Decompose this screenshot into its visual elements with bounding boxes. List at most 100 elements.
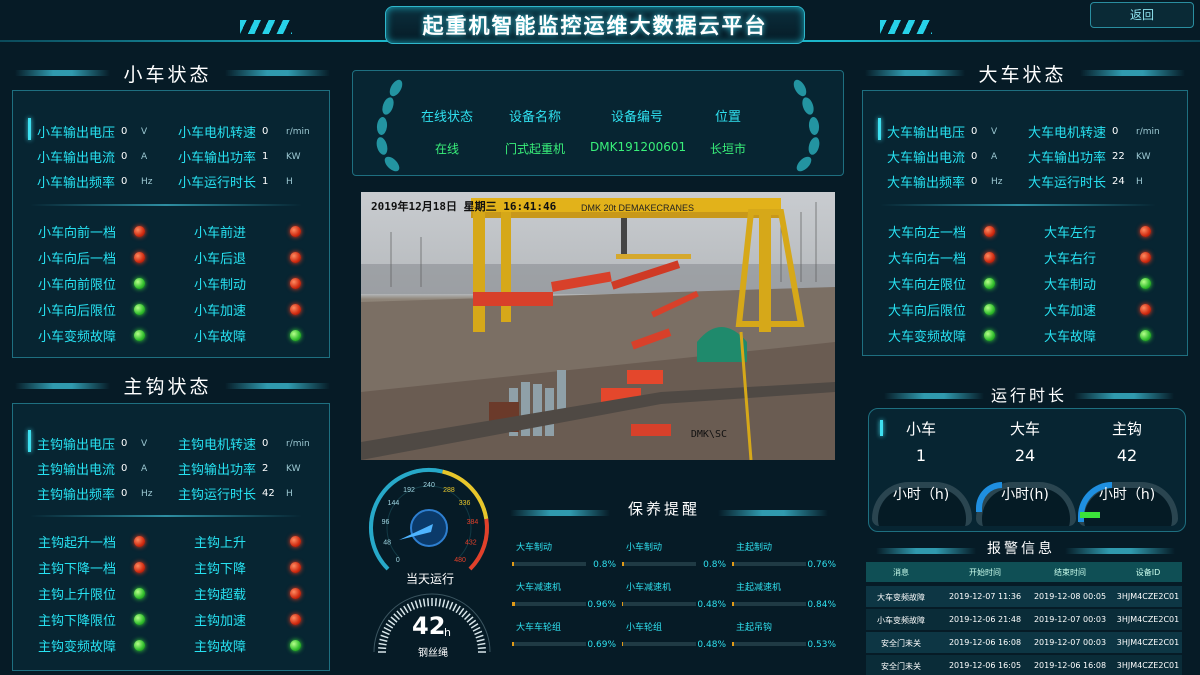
alarm-row[interactable]: 小车变频故障 2019-12-06 21:48 2019-12-07 00:03 3H…	[866, 609, 1182, 630]
metric-unit: H	[286, 177, 293, 187]
metric-unit: V	[991, 127, 998, 137]
metric-value: 0	[121, 438, 128, 449]
metric-unit: r/min	[1136, 127, 1160, 137]
alarm-cell: 2019-12-06 21:48	[948, 615, 1022, 624]
hook-divider	[30, 515, 302, 517]
status-red-indicator	[134, 562, 145, 573]
laurel-right-icon	[793, 79, 820, 172]
maintenance-line-right	[718, 510, 828, 516]
runtime-value: 1	[915, 446, 927, 465]
alarm-row[interactable]: 安全门未关 2019-12-06 16:05 2019-12-06 16:08 3HJ…	[866, 655, 1182, 675]
rope-gauge-tick	[406, 603, 412, 612]
metric-unit: KW	[1136, 152, 1151, 162]
rope-gauge-tick	[381, 630, 390, 636]
status-green-indicator	[290, 330, 301, 341]
alarms-line-right	[1065, 548, 1175, 554]
maintenance-item-label: 主起减速机	[736, 583, 782, 593]
camera-feed[interactable]: DMK 20t DEMAKECRANES 2019年12月18日 星期三 16:…	[361, 192, 835, 460]
signal-label: 小车向后限位	[38, 304, 117, 319]
alarm-cell: 安全门未关	[881, 662, 921, 671]
maintenance-item-percent: 0.8%	[593, 560, 616, 570]
maintenance-progress-track	[732, 562, 806, 566]
gantry-signals: 大车向左一档 大车左行 大车向右一档 大车右行 大车向左限位 大车制动 大车向后限位 大车加速…	[878, 222, 1183, 352]
metric-unit: KW	[286, 464, 301, 474]
alarm-cell: 3HJM4CZE2C01	[1116, 638, 1180, 647]
status-green-indicator	[984, 304, 995, 315]
metric-label: 主钩输出电压	[37, 438, 116, 453]
status-red-indicator	[134, 226, 145, 237]
metric-value: 0	[121, 176, 128, 187]
rope-unit: h	[444, 626, 451, 639]
alarm-cell: 2019-12-07 11:36	[948, 592, 1022, 601]
maintenance-progress-track	[622, 562, 696, 566]
metric-label: 主钩电机转速	[178, 438, 257, 453]
metric-value: 0	[971, 176, 978, 187]
maintenance-progress-fill	[622, 642, 624, 646]
runtime-name: 主钩	[1111, 420, 1142, 438]
trolley-title-line-left	[15, 70, 110, 76]
alarm-cell: 3HJM4CZE2C01	[1116, 661, 1180, 670]
signal-label: 大车制动	[1044, 278, 1097, 293]
rope-gauge-tick	[379, 638, 388, 642]
runtime-line-left	[884, 393, 984, 399]
rope-gauge-tick	[466, 616, 474, 623]
alarm-row[interactable]: 安全门未关 2019-12-06 16:08 2019-12-07 00:03 3HJ…	[866, 632, 1182, 653]
alarm-cell: 大车变频故障	[877, 593, 925, 602]
device-header-name: 设备名称	[508, 110, 561, 125]
status-green-indicator	[1140, 330, 1151, 341]
metric-unit: A	[991, 152, 998, 162]
alarm-row[interactable]: 大车变频故障 2019-12-07 11:36 2019-12-08 00:05 3H…	[866, 586, 1182, 607]
signal-label: 主钩超载	[194, 588, 247, 603]
maintenance-item-percent: 0.69%	[587, 640, 616, 650]
back-button[interactable]: 返回	[1090, 2, 1194, 28]
alarm-cell: 3HJM4CZE2C01	[1116, 592, 1180, 601]
signal-label: 小车向前限位	[38, 278, 117, 293]
rope-gauge-tick	[474, 630, 483, 636]
signal-label: 主钩加速	[194, 614, 247, 629]
runtime-unit: 小时（h)	[892, 487, 950, 503]
maintenance-item-label: 大车减速机	[516, 583, 562, 593]
signal-label: 大车右行	[1044, 252, 1097, 267]
rope-gauge-tick	[452, 603, 458, 612]
rope-gauge-tick	[455, 605, 461, 614]
rope-gauge-tick	[383, 626, 392, 632]
maintenance-progress-track	[622, 642, 696, 646]
rope-gauge-tick	[378, 642, 387, 646]
gantry-metrics: 大车输出电压 0 V 大车电机转速 0 r/min 大车输出电流 0 A 大车输出功率 22 KW 大车…	[878, 118, 1183, 198]
gantry-title: 大车状态	[978, 64, 1067, 86]
page-title: 起重机智能监控运维大数据云平台	[422, 13, 768, 38]
signal-label: 主钩下降限位	[38, 614, 117, 629]
runtime-name: 大车	[1009, 420, 1040, 438]
trolley-divider	[30, 204, 302, 206]
gauge-tick-label: 336	[459, 500, 471, 507]
hook-title-line-left	[15, 383, 110, 389]
status-red-indicator	[134, 252, 145, 263]
metric-label: 小车电机转速	[178, 126, 257, 141]
runtime-line-right	[1074, 393, 1174, 399]
maintenance-item-percent: 0.8%	[703, 560, 726, 570]
alarm-cell: 3HJM4CZE2C01	[1116, 615, 1180, 624]
signal-label: 主钩变频故障	[38, 640, 117, 655]
maintenance-progress-fill	[732, 602, 735, 606]
metric-value: 24	[1112, 176, 1125, 187]
maintenance-title: 保养提醒	[627, 500, 700, 518]
maintenance-item-percent: 0.48%	[697, 600, 726, 610]
runtime-name: 小车	[905, 420, 936, 438]
status-red-indicator	[290, 562, 301, 573]
metric-value: 42	[262, 488, 275, 499]
metric-unit: r/min	[286, 127, 310, 137]
maintenance-item-label: 主起吊钩	[736, 623, 773, 633]
gauge-tick-label: 480	[454, 557, 466, 564]
maintenance-progress-fill	[622, 602, 624, 606]
signal-label: 大车向左限位	[888, 278, 967, 293]
rope-gauge-tick	[463, 613, 471, 621]
maintenance-progress-track	[732, 642, 806, 646]
metric-value: 0	[262, 126, 269, 137]
rope-gauge-tick	[448, 601, 454, 610]
metric-value: 0	[262, 438, 269, 449]
signal-label: 大车左行	[1044, 226, 1097, 241]
metric-unit: r/min	[286, 439, 310, 449]
rope-gauge-tick	[385, 623, 394, 629]
signal-label: 主钩故障	[194, 640, 247, 655]
metric-unit: KW	[286, 152, 301, 162]
